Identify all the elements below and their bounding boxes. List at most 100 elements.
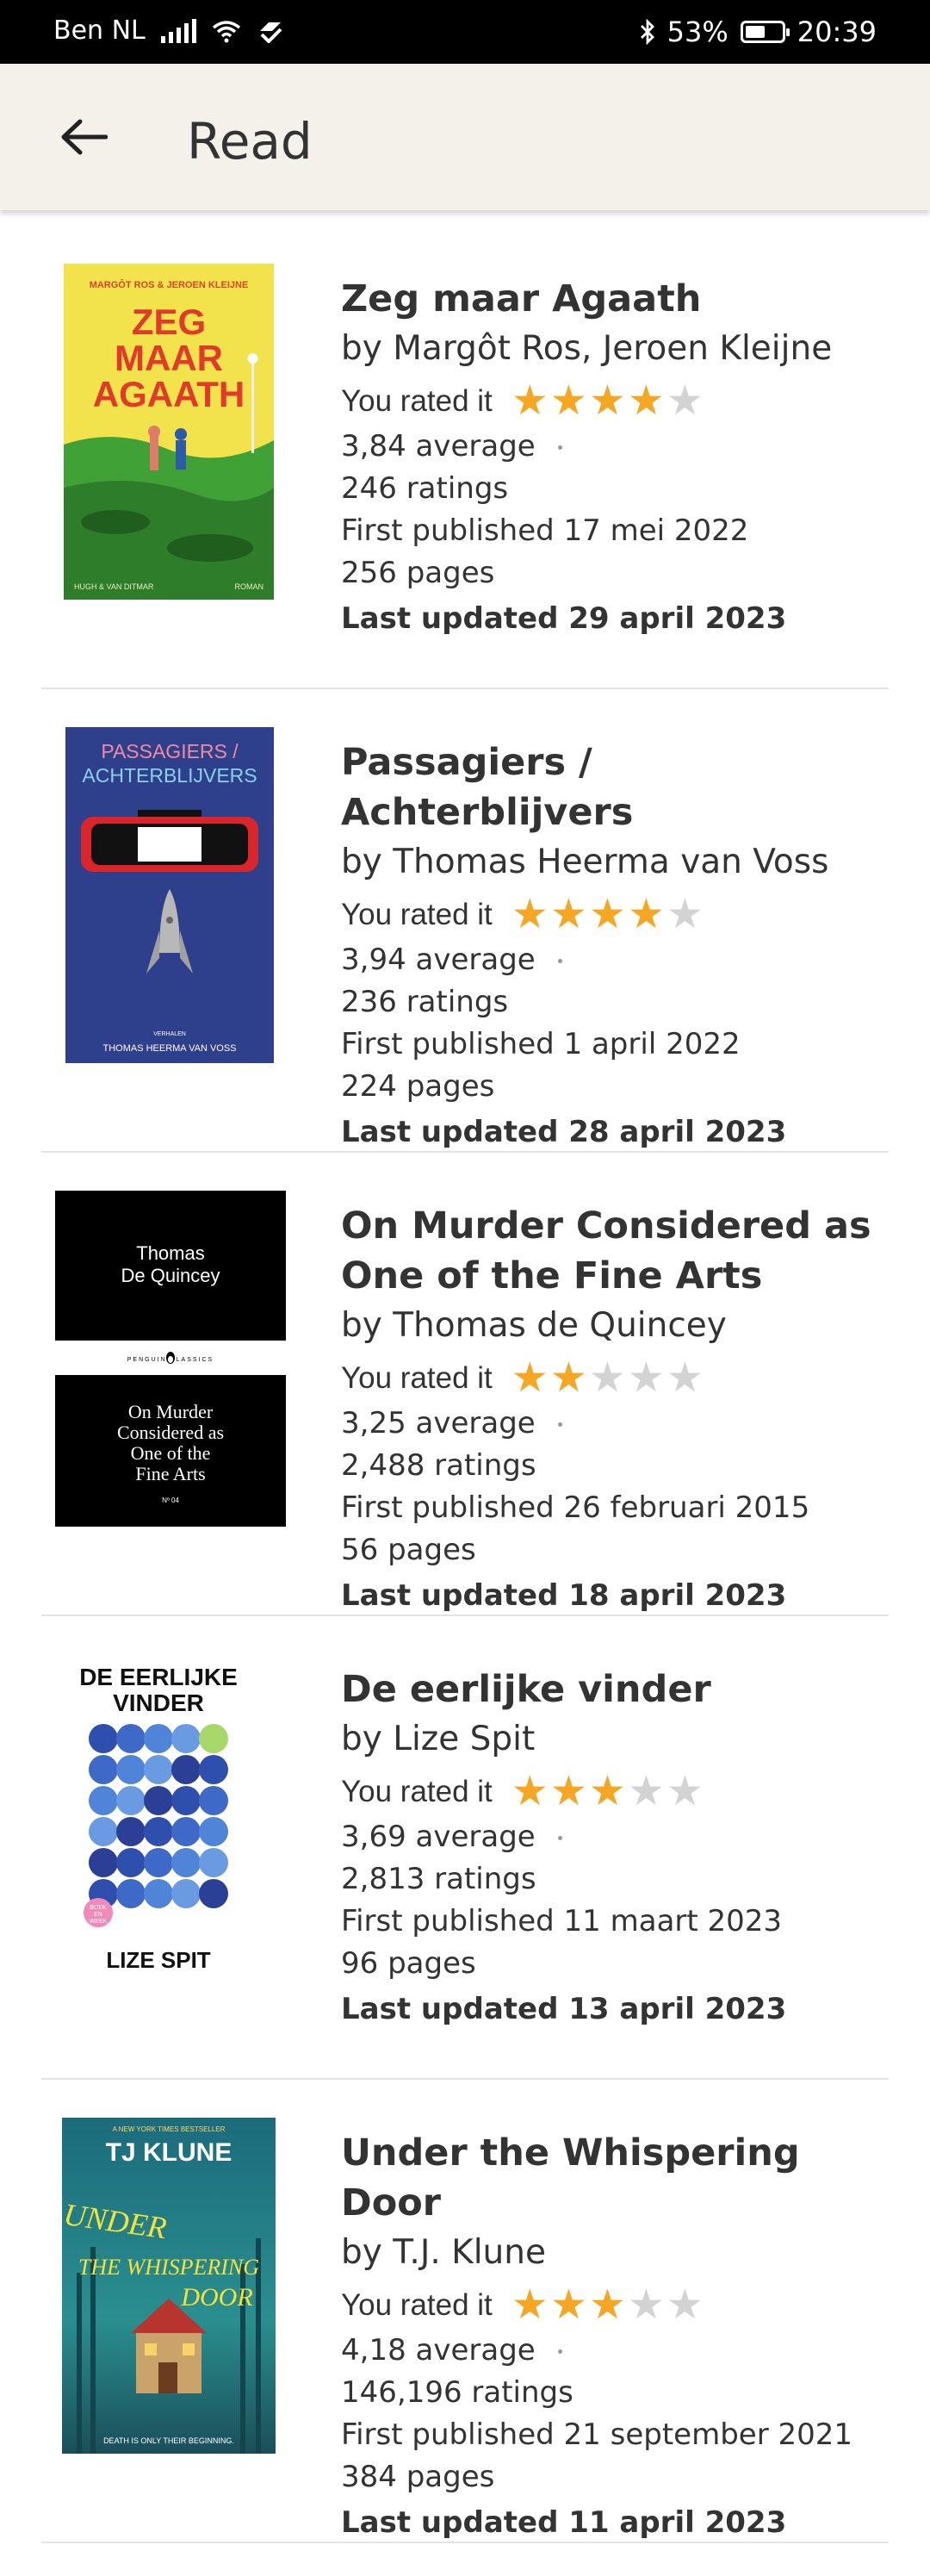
bluetooth-icon xyxy=(640,19,654,45)
book-row[interactable]: PASSAGIERS / ACHTERBLIJVERS VERHALEN THO… xyxy=(41,689,889,1153)
star-filled-icon[interactable]: ★ xyxy=(628,894,665,936)
star-filled-icon[interactable]: ★ xyxy=(550,1358,587,1399)
star-filled-icon[interactable]: ★ xyxy=(512,894,549,936)
separator-dot xyxy=(557,2349,562,2354)
average-rating: 3,25 average xyxy=(341,1403,889,1445)
star-empty-icon[interactable]: ★ xyxy=(628,2285,665,2326)
star-filled-icon[interactable]: ★ xyxy=(589,1771,626,1813)
star-filled-icon[interactable]: ★ xyxy=(512,381,549,422)
book-author[interactable]: by Thomas de Quincey xyxy=(341,1301,889,1351)
separator-dot xyxy=(557,445,562,450)
ratings-count: 246 ratings xyxy=(341,471,509,506)
average-rating-text: 3,84 average xyxy=(341,429,536,464)
first-published: First published 1 april 2022 xyxy=(341,1027,741,1061)
star-empty-icon[interactable]: ★ xyxy=(666,381,704,422)
book-title[interactable]: Passagiers / Achterblijvers xyxy=(341,737,889,837)
star-filled-icon[interactable]: ★ xyxy=(589,2285,626,2326)
book-title[interactable]: Under the Whispering Door xyxy=(341,2128,889,2228)
cover-author-line: Thomas xyxy=(136,1242,204,1264)
star-filled-icon[interactable]: ★ xyxy=(512,1771,549,1813)
pattern-dot xyxy=(116,1786,146,1815)
star-rating[interactable]: ★ ★ ★ ★ ★ xyxy=(512,2285,704,2326)
cover-title-line: ACHTERBLIJVERS xyxy=(82,764,257,787)
book-title[interactable]: Zeg maar Agaath xyxy=(341,274,889,324)
star-filled-icon[interactable]: ★ xyxy=(589,894,626,936)
book-author[interactable]: by Margôt Ros, Jeroen Kleijne xyxy=(341,324,889,374)
star-empty-icon[interactable]: ★ xyxy=(666,894,704,936)
pattern-dot xyxy=(199,1786,228,1815)
cover-author: LIZE SPIT xyxy=(106,1947,210,1973)
user-rating: You rated it ★ ★ ★ ★ ★ xyxy=(341,377,889,426)
pattern-dot xyxy=(171,1786,201,1815)
status-right: 53% 20:39 xyxy=(640,16,877,48)
star-filled-icon[interactable]: ★ xyxy=(550,1771,587,1813)
pattern-dot xyxy=(199,1848,228,1877)
star-empty-icon[interactable]: ★ xyxy=(628,1771,665,1813)
first-published: First published 17 mei 2022 xyxy=(341,513,749,548)
average-rating: 3,69 average xyxy=(341,1816,889,1858)
book-cover[interactable]: A NEW YORK TIMES BESTSELLER TJ KLUNE UND… xyxy=(62,2118,276,2454)
pattern-dot xyxy=(171,1879,201,1908)
book-cover[interactable]: PASSAGIERS / ACHTERBLIJVERS VERHALEN THO… xyxy=(65,727,274,1063)
book-info: On Murder Considered as One of the Fine … xyxy=(341,1201,889,1620)
separator-dot xyxy=(557,1422,562,1427)
last-updated: Last updated 28 april 2023 xyxy=(341,1115,787,1149)
book-cover[interactable]: DE EERLIJKE VINDER BOEK EN WEEK LIZE SPI… xyxy=(76,1654,274,1990)
book-title[interactable]: De eerlijke vinder xyxy=(341,1664,889,1714)
battery-icon xyxy=(740,21,790,43)
star-rating[interactable]: ★ ★ ★ ★ ★ xyxy=(512,381,704,422)
pattern-dot xyxy=(144,1817,173,1846)
book-row[interactable]: DE EERLIJKE VINDER BOEK EN WEEK LIZE SPI… xyxy=(41,1616,889,2080)
back-button[interactable] xyxy=(45,98,122,176)
star-filled-icon[interactable]: ★ xyxy=(512,1358,549,1399)
star-empty-icon[interactable]: ★ xyxy=(666,1358,704,1399)
star-rating[interactable]: ★ ★ ★ ★ ★ xyxy=(512,1771,704,1813)
book-row[interactable]: A NEW YORK TIMES BESTSELLER TJ KLUNE UND… xyxy=(41,2080,889,2543)
cover-title-line: MAAR xyxy=(115,338,223,378)
book-cover[interactable]: Thomas De Quincey PENGUIN CLASSICS On Mu… xyxy=(55,1191,286,1527)
ratings-count: 236 ratings xyxy=(341,985,509,1019)
star-filled-icon[interactable]: ★ xyxy=(550,381,587,422)
cover-tagline: DEATH IS ONLY THEIR BEGINNING. xyxy=(103,2436,234,2445)
pattern-dot xyxy=(116,1879,146,1908)
star-filled-icon[interactable]: ★ xyxy=(512,2285,549,2326)
pattern-dot xyxy=(116,1848,146,1877)
status-bar: Ben NL 53% 20:39 xyxy=(0,0,930,64)
battery-percent: 53% xyxy=(666,16,728,48)
cover-title-line: ZEG xyxy=(132,302,206,342)
rated-label: You rated it xyxy=(341,898,493,931)
book-title[interactable]: On Murder Considered as One of the Fine … xyxy=(341,1201,909,1301)
star-empty-icon[interactable]: ★ xyxy=(666,2285,704,2326)
star-filled-icon[interactable]: ★ xyxy=(550,2285,587,2326)
book-row[interactable]: MARGÔT ROS & JEROEN KLEIJNE ZEG MAAR AGA… xyxy=(41,226,889,689)
star-filled-icon[interactable]: ★ xyxy=(589,381,626,422)
pattern-dot xyxy=(171,1848,201,1877)
book-author[interactable]: by Lize Spit xyxy=(341,1714,889,1764)
book-author[interactable]: by Thomas Heerma van Voss xyxy=(341,837,889,887)
rated-label: You rated it xyxy=(341,384,493,418)
last-updated: Last updated 29 april 2023 xyxy=(341,601,787,636)
clock: 20:39 xyxy=(797,16,877,48)
book-author[interactable]: by T.J. Klune xyxy=(341,2228,889,2278)
user-rating: You rated it ★ ★ ★ ★ ★ xyxy=(341,2281,889,2330)
book-info: Zeg maar Agaath by Margôt Ros, Jeroen Kl… xyxy=(341,274,889,643)
star-filled-icon[interactable]: ★ xyxy=(550,894,587,936)
user-rating: You rated it ★ ★ ★ ★ ★ xyxy=(341,1354,889,1403)
star-empty-icon[interactable]: ★ xyxy=(589,1358,626,1399)
star-rating[interactable]: ★ ★ ★ ★ ★ xyxy=(512,894,704,936)
book-row[interactable]: Thomas De Quincey PENGUIN CLASSICS On Mu… xyxy=(41,1153,889,1616)
book-cover[interactable]: MARGÔT ROS & JEROEN KLEIJNE ZEG MAAR AGA… xyxy=(64,264,274,600)
star-empty-icon[interactable]: ★ xyxy=(628,1358,665,1399)
ratings-count: 146,196 ratings xyxy=(341,2375,574,2410)
star-empty-icon[interactable]: ★ xyxy=(666,1771,704,1813)
star-rating[interactable]: ★ ★ ★ ★ ★ xyxy=(512,1358,704,1399)
cover-badge: WEEK xyxy=(90,1919,108,1925)
pattern-dot xyxy=(116,1755,146,1784)
last-updated: Last updated 13 april 2023 xyxy=(341,1992,787,2026)
status-left: Ben NL xyxy=(53,16,284,46)
average-rating: 3,84 average xyxy=(341,426,889,468)
pattern-dot xyxy=(144,1755,173,1784)
wifi-icon xyxy=(212,20,240,42)
signal-icon xyxy=(160,18,196,43)
star-filled-icon[interactable]: ★ xyxy=(628,381,665,422)
